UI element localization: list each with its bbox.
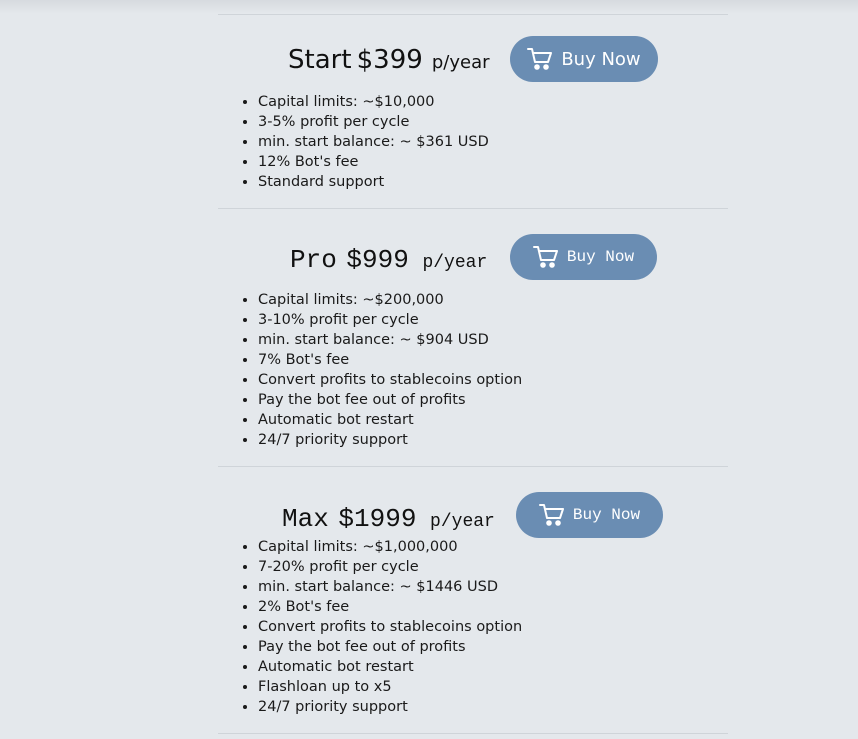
feature-list: Capital limits: ~$10,000 3-5% profit per…	[240, 92, 489, 192]
list-item: Capital limits: ~$200,000	[258, 290, 522, 310]
plan-max: Max $1999 p/year Buy Now Capital limits:…	[218, 467, 728, 733]
cart-icon	[532, 246, 558, 268]
feature-list: Capital limits: ~$200,000 3-10% profit p…	[240, 290, 522, 450]
list-item: 12% Bot's fee	[258, 152, 489, 172]
plan-price: $999	[346, 245, 409, 275]
plan-period: p/year	[430, 512, 495, 532]
cart-icon	[527, 48, 553, 70]
list-item: Flashloan up to x5	[258, 677, 522, 697]
list-item: min. start balance: ~ $1446 USD	[258, 577, 522, 597]
plan-title: Start $399 p/year	[288, 45, 490, 75]
plan-name: Pro	[290, 245, 337, 275]
buy-now-button-max[interactable]: Buy Now	[516, 492, 663, 538]
divider	[218, 733, 728, 734]
list-item: 7-20% profit per cycle	[258, 557, 522, 577]
list-item: 7% Bot's fee	[258, 350, 522, 370]
list-item: Capital limits: ~$10,000	[258, 92, 489, 112]
list-item: Automatic bot restart	[258, 657, 522, 677]
list-item: Convert profits to stablecoins option	[258, 617, 522, 637]
list-item: min. start balance: ~ $904 USD	[258, 330, 522, 350]
buy-now-label: Buy Now	[572, 506, 641, 524]
list-item: 3-10% profit per cycle	[258, 310, 522, 330]
plan-title: Max $1999 p/year	[282, 504, 495, 534]
plan-price: $399	[356, 45, 423, 75]
plan-price: $1999	[338, 504, 417, 534]
buy-now-button-start[interactable]: Buy Now	[510, 36, 658, 82]
buy-now-label: Buy Now	[566, 248, 635, 266]
list-item: 24/7 priority support	[258, 697, 522, 717]
list-item: Pay the bot fee out of profits	[258, 637, 522, 657]
plan-name: Max	[282, 504, 329, 534]
plan-period: p/year	[422, 253, 488, 273]
top-shade	[0, 0, 858, 14]
list-item: Standard support	[258, 172, 489, 192]
plan-title: Pro $999 p/year	[290, 245, 487, 275]
plan-start: Start $399 p/year Buy Now Capital limits…	[218, 15, 728, 208]
list-item: Automatic bot restart	[258, 410, 522, 430]
cart-icon	[538, 504, 564, 526]
buy-now-button-pro[interactable]: Buy Now	[510, 234, 657, 280]
list-item: 24/7 priority support	[258, 430, 522, 450]
buy-now-label: Buy Now	[561, 48, 641, 70]
list-item: 2% Bot's fee	[258, 597, 522, 617]
list-item: Pay the bot fee out of profits	[258, 390, 522, 410]
plan-pro: Pro $999 p/year Buy Now Capital limits: …	[218, 209, 728, 466]
list-item: 3-5% profit per cycle	[258, 112, 489, 132]
list-item: Convert profits to stablecoins option	[258, 370, 522, 390]
list-item: min. start balance: ~ $361 USD	[258, 132, 489, 152]
feature-list: Capital limits: ~$1,000,000 7-20% profit…	[240, 537, 522, 717]
list-item: Capital limits: ~$1,000,000	[258, 537, 522, 557]
plan-name: Start	[288, 45, 352, 75]
plan-period: p/year	[431, 52, 490, 73]
